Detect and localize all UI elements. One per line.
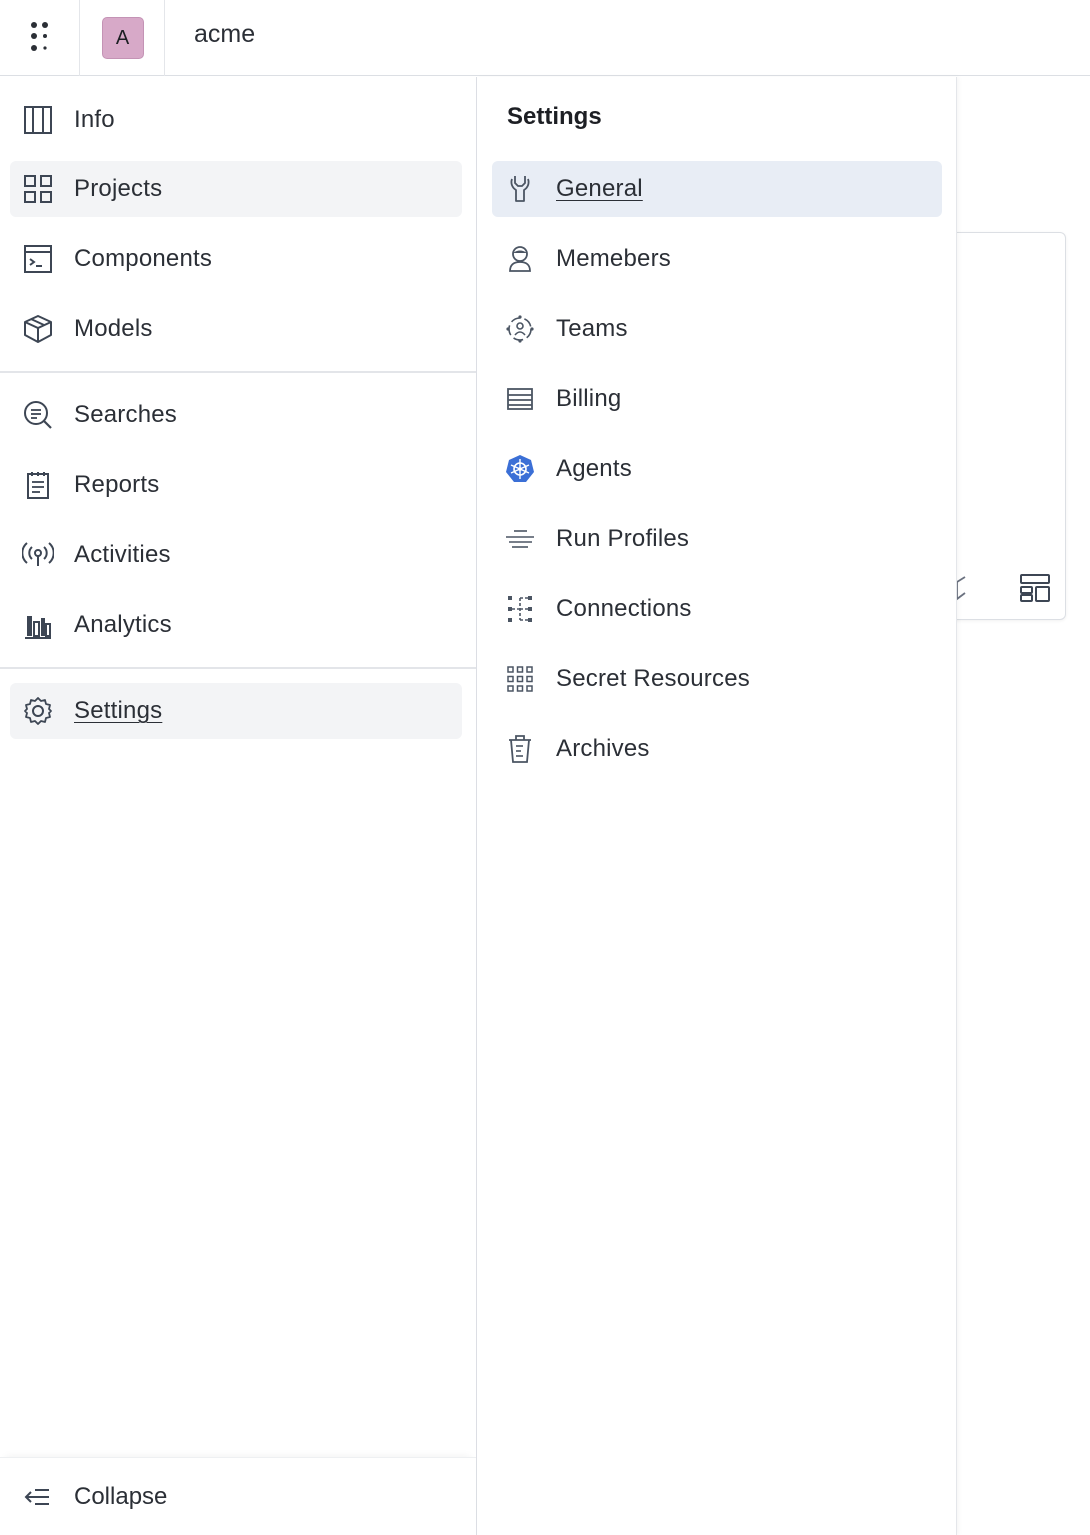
sidebar-item-activities[interactable]: Activities <box>10 527 462 583</box>
drag-dots-icon <box>30 22 48 51</box>
sidebar-item-label: Components <box>74 245 213 272</box>
settings-item-label: Memebers <box>556 245 671 272</box>
collapse-icon <box>10 1469 66 1525</box>
billing-icon <box>492 371 548 427</box>
user-icon <box>492 231 548 287</box>
sidebar-divider <box>0 667 476 669</box>
sidebar-item-label: Activities <box>74 541 171 568</box>
trash-icon <box>492 721 548 777</box>
analytics-icon <box>10 597 66 653</box>
layout-icon[interactable] <box>1019 573 1051 603</box>
gear-icon <box>10 683 66 739</box>
broadcast-icon <box>10 527 66 583</box>
sidebar-item-searches[interactable]: Searches <box>10 387 462 443</box>
settings-item-label: Agents <box>556 455 632 482</box>
search-document-icon <box>10 387 66 443</box>
settings-item-label: Run Profiles <box>556 525 690 552</box>
grid-icon <box>10 161 66 217</box>
panel-columns-icon <box>10 92 66 148</box>
team-icon <box>492 301 548 357</box>
sidebar-item-label: Analytics <box>74 611 172 638</box>
settings-item-teams[interactable]: Teams <box>492 301 942 357</box>
app-page: A acme Info Projects Components Models S… <box>0 0 1090 1535</box>
settings-item-agents[interactable]: Agents <box>492 441 942 497</box>
top-bar: A acme <box>0 0 1090 76</box>
settings-item-label: General <box>556 175 643 202</box>
settings-item-archives[interactable]: Archives <box>492 721 942 777</box>
org-name[interactable]: acme <box>194 0 255 68</box>
sidebar-item-label: Models <box>74 315 153 342</box>
avatar: A <box>101 17 144 59</box>
settings-item-label: Connections <box>556 595 692 622</box>
settings-item-billing[interactable]: Billing <box>492 371 942 427</box>
terminal-window-icon <box>10 231 66 287</box>
settings-flyout: Settings General Memebers Teams Billing <box>477 77 957 1535</box>
settings-item-label: Billing <box>556 385 622 412</box>
sidebar-item-label: Projects <box>74 175 163 202</box>
collapse-button[interactable]: Collapse <box>0 1457 476 1535</box>
sidebar-item-components[interactable]: Components <box>10 231 462 287</box>
sidebar-item-label: Reports <box>74 471 160 498</box>
sidebar-item-projects[interactable]: Projects <box>10 161 462 217</box>
settings-item-label: Teams <box>556 315 628 342</box>
settings-item-general[interactable]: General <box>492 161 942 217</box>
collapse-label: Collapse <box>74 1482 168 1510</box>
settings-item-label: Archives <box>556 735 650 762</box>
run-profiles-icon <box>492 511 548 567</box>
sidebar-item-analytics[interactable]: Analytics <box>10 597 462 653</box>
kubernetes-icon <box>492 441 548 497</box>
org-avatar-button[interactable]: A <box>81 0 165 76</box>
sidebar-item-info[interactable]: Info <box>10 92 462 148</box>
settings-item-members[interactable]: Memebers <box>492 231 942 287</box>
sidebar-item-settings[interactable]: Settings <box>10 683 462 739</box>
dots-grid-icon <box>492 651 548 707</box>
sidebar-divider <box>0 371 476 373</box>
sidebar-item-reports[interactable]: Reports <box>10 457 462 513</box>
flyout-title: Settings <box>507 103 602 130</box>
sidebar-item-models[interactable]: Models <box>10 301 462 357</box>
settings-item-connections[interactable]: Connections <box>492 581 942 637</box>
sidebar-item-label: Searches <box>74 401 177 428</box>
sidebar-item-label: Settings <box>74 697 163 724</box>
primary-sidebar: Info Projects Components Models Searches… <box>0 77 477 1535</box>
settings-item-secret-resources[interactable]: Secret Resources <box>492 651 942 707</box>
report-icon <box>10 457 66 513</box>
cube-icon <box>10 301 66 357</box>
connections-icon <box>492 581 548 637</box>
sidebar-item-label: Info <box>74 106 115 133</box>
settings-item-run-profiles[interactable]: Run Profiles <box>492 511 942 567</box>
wrench-icon <box>492 161 548 217</box>
app-switcher-button[interactable] <box>0 0 80 76</box>
settings-item-label: Secret Resources <box>556 665 750 692</box>
